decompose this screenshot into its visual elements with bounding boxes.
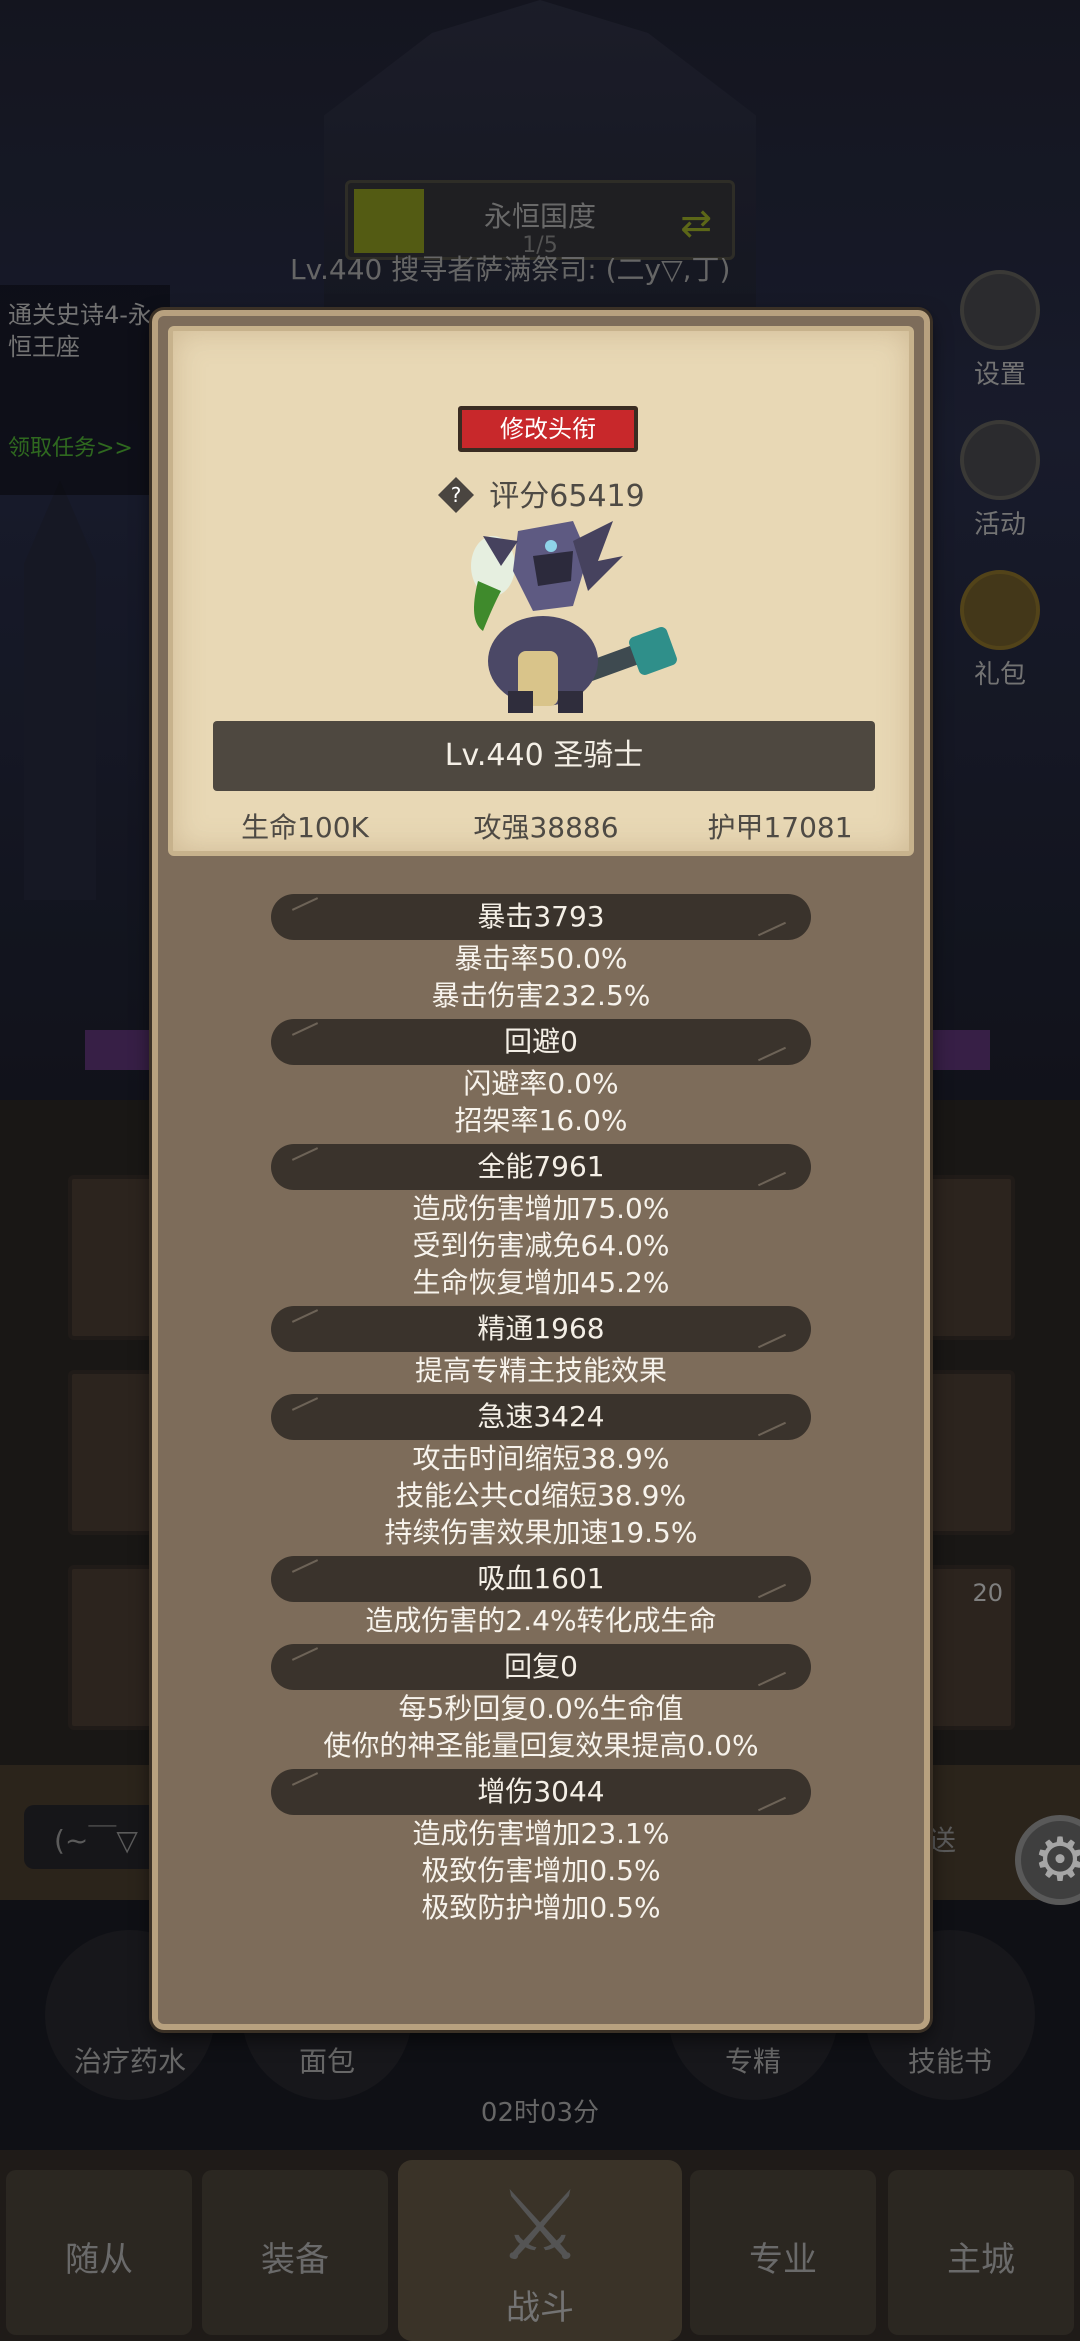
stat-line: 持续伤害效果加速19.5% <box>384 1516 698 1549</box>
stat-header: 回复0 <box>271 1644 811 1690</box>
stat-group: 暴击3793 暴击率50.0% 暴击伤害232.5% <box>158 894 924 1014</box>
stat-line: 使你的神圣能量回复效果提高0.0% <box>323 1729 759 1762</box>
stat-line: 受到伤害减免64.0% <box>412 1229 670 1262</box>
level-class-bar: Lv.440 圣骑士 <box>213 721 875 791</box>
score-row: ? 评分65419 <box>173 471 909 517</box>
stat-header: 吸血1601 <box>271 1556 811 1602</box>
base-stats-row: 生命100K 攻强38886 护甲17081 <box>173 806 909 846</box>
stat-group: 增伤3044 造成伤害增加23.1% 极致伤害增加0.5% 极致防护增加0.5% <box>158 1769 924 1926</box>
stat-line: 闪避率0.0% <box>463 1067 619 1100</box>
stat-group: 全能7961 造成伤害增加75.0% 受到伤害减免64.0% 生命恢复增加45.2% <box>158 1144 924 1301</box>
stat-header: 精通1968 <box>271 1306 811 1352</box>
svg-text:?: ? <box>451 483 462 507</box>
stat-group: 吸血1601 造成伤害的2.4%转化成生命 <box>158 1556 924 1639</box>
stat-line: 技能公共cd缩短38.9% <box>395 1479 687 1512</box>
stat-group: 急速3424 攻击时间缩短38.9% 技能公共cd缩短38.9% 持续伤害效果加速19… <box>158 1394 924 1551</box>
stat-header: 增伤3044 <box>271 1769 811 1815</box>
paladin-avatar <box>471 521 677 713</box>
edit-title-button[interactable]: 修改头衔 <box>458 406 638 452</box>
stat-header: 全能7961 <box>271 1144 811 1190</box>
stat-header: 急速3424 <box>271 1394 811 1440</box>
stat-line: 造成伤害的2.4%转化成生命 <box>365 1604 717 1637</box>
stat-header: 暴击3793 <box>271 894 811 940</box>
stat-line: 造成伤害增加23.1% <box>412 1817 670 1850</box>
hp-stat: 生命100K <box>241 811 369 844</box>
character-stats-panel: 修改头衔 ? 评分65419 Lv.440 圣骑士 生命100K 攻强38886… <box>152 310 930 2030</box>
stat-group: 精通1968 提高专精主技能效果 <box>158 1306 924 1389</box>
help-icon[interactable]: ? <box>437 476 475 514</box>
stat-line: 暴击率50.0% <box>454 942 628 975</box>
stat-group: 回避0 闪避率0.0% 招架率16.0% <box>158 1019 924 1139</box>
stat-line: 提高专精主技能效果 <box>414 1354 667 1387</box>
stat-line: 攻击时间缩短38.9% <box>412 1442 670 1475</box>
armor-stat: 护甲17081 <box>707 811 853 844</box>
stat-line: 造成伤害增加75.0% <box>412 1192 670 1225</box>
stat-line: 暴击伤害232.5% <box>431 979 651 1012</box>
attack-stat: 攻强38886 <box>473 811 619 844</box>
stat-line: 每5秒回复0.0%生命值 <box>398 1692 684 1725</box>
stat-header: 回避0 <box>271 1019 811 1065</box>
score-value: 评分65419 <box>489 479 645 514</box>
secondary-stats-list: 暴击3793 暴击率50.0% 暴击伤害232.5% 回避0 闪避率0.0% 招架率16.… <box>158 894 924 1931</box>
character-card: 修改头衔 ? 评分65419 Lv.440 圣骑士 生命100K 攻强38886… <box>168 326 914 856</box>
stat-line: 极致防护增加0.5% <box>421 1891 661 1924</box>
stat-line: 极致伤害增加0.5% <box>421 1854 661 1887</box>
stat-line: 招架率16.0% <box>454 1104 628 1137</box>
stat-group: 回复0 每5秒回复0.0%生命值使你的神圣能量回复效果提高0.0% <box>158 1644 924 1764</box>
stat-line: 生命恢复增加45.2% <box>412 1266 670 1299</box>
